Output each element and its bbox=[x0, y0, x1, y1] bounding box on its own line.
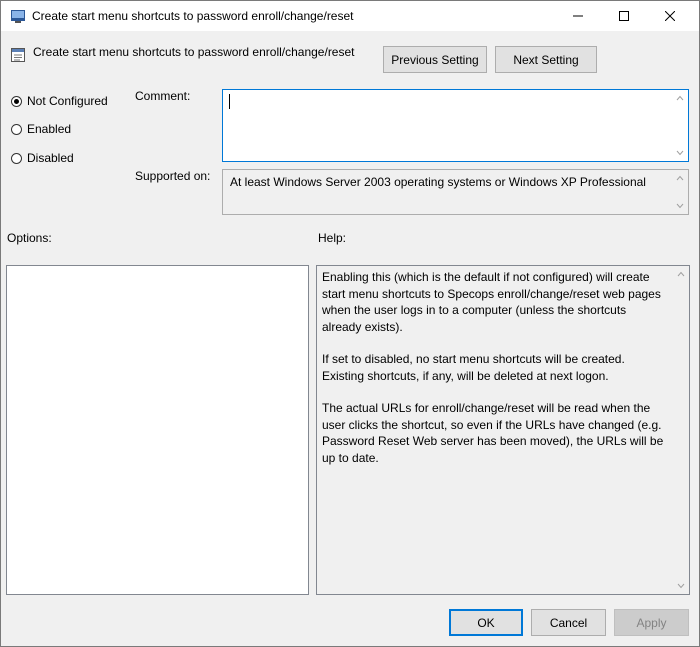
previous-setting-button[interactable]: Previous Setting bbox=[383, 46, 487, 73]
close-icon bbox=[665, 11, 675, 21]
supported-on-field: At least Windows Server 2003 operating s… bbox=[222, 169, 689, 215]
radio-indicator bbox=[11, 152, 22, 164]
help-paragraph: Enabling this (which is the default if n… bbox=[322, 270, 661, 334]
scroll-up-icon[interactable] bbox=[677, 270, 685, 278]
radio-not-configured[interactable]: Not Configured bbox=[11, 94, 108, 108]
help-label: Help: bbox=[318, 231, 347, 245]
radio-indicator bbox=[11, 123, 22, 135]
policy-setting-icon bbox=[10, 8, 26, 24]
setting-name: Create start menu shortcuts to password … bbox=[33, 45, 355, 59]
policy-document-icon bbox=[10, 47, 26, 63]
close-button[interactable] bbox=[647, 1, 693, 31]
supported-on-label: Supported on: bbox=[135, 169, 211, 183]
supported-scrollbar[interactable] bbox=[672, 170, 688, 214]
scroll-down-icon[interactable] bbox=[676, 202, 684, 210]
options-panel bbox=[6, 265, 309, 595]
supported-on-value: At least Windows Server 2003 operating s… bbox=[230, 175, 646, 189]
scroll-down-icon[interactable] bbox=[677, 582, 685, 590]
help-panel: Enabling this (which is the default if n… bbox=[316, 265, 690, 595]
ok-button[interactable]: OK bbox=[449, 609, 523, 636]
scroll-down-icon[interactable] bbox=[676, 149, 684, 157]
policy-setting-dialog: Create start menu shortcuts to password … bbox=[0, 0, 700, 647]
help-paragraph: If set to disabled, no start menu shortc… bbox=[322, 352, 625, 383]
maximize-button[interactable] bbox=[601, 1, 647, 31]
scroll-up-icon[interactable] bbox=[676, 94, 684, 102]
options-label: Options: bbox=[7, 231, 52, 245]
radio-enabled[interactable]: Enabled bbox=[11, 122, 71, 136]
minimize-button[interactable] bbox=[555, 1, 601, 31]
apply-button[interactable]: Apply bbox=[614, 609, 689, 636]
title-bar[interactable]: Create start menu shortcuts to password … bbox=[1, 1, 699, 31]
help-paragraph: The actual URLs for enroll/change/reset … bbox=[322, 401, 664, 465]
radio-label: Not Configured bbox=[27, 94, 108, 108]
comment-label: Comment: bbox=[135, 89, 191, 103]
minimize-icon bbox=[573, 11, 583, 21]
cancel-button[interactable]: Cancel bbox=[531, 609, 606, 636]
maximize-icon bbox=[619, 11, 629, 21]
help-scrollbar[interactable] bbox=[673, 266, 689, 594]
scroll-up-icon[interactable] bbox=[676, 174, 684, 182]
radio-label: Disabled bbox=[27, 151, 74, 165]
help-text: Enabling this (which is the default if n… bbox=[322, 269, 667, 482]
next-setting-button[interactable]: Next Setting bbox=[495, 46, 597, 73]
window-title: Create start menu shortcuts to password … bbox=[32, 9, 354, 23]
text-caret bbox=[229, 94, 230, 109]
comment-textarea[interactable] bbox=[222, 89, 689, 162]
comment-scrollbar[interactable] bbox=[672, 90, 688, 161]
radio-disabled[interactable]: Disabled bbox=[11, 151, 74, 165]
radio-indicator-selected bbox=[11, 95, 22, 107]
radio-label: Enabled bbox=[27, 122, 72, 136]
